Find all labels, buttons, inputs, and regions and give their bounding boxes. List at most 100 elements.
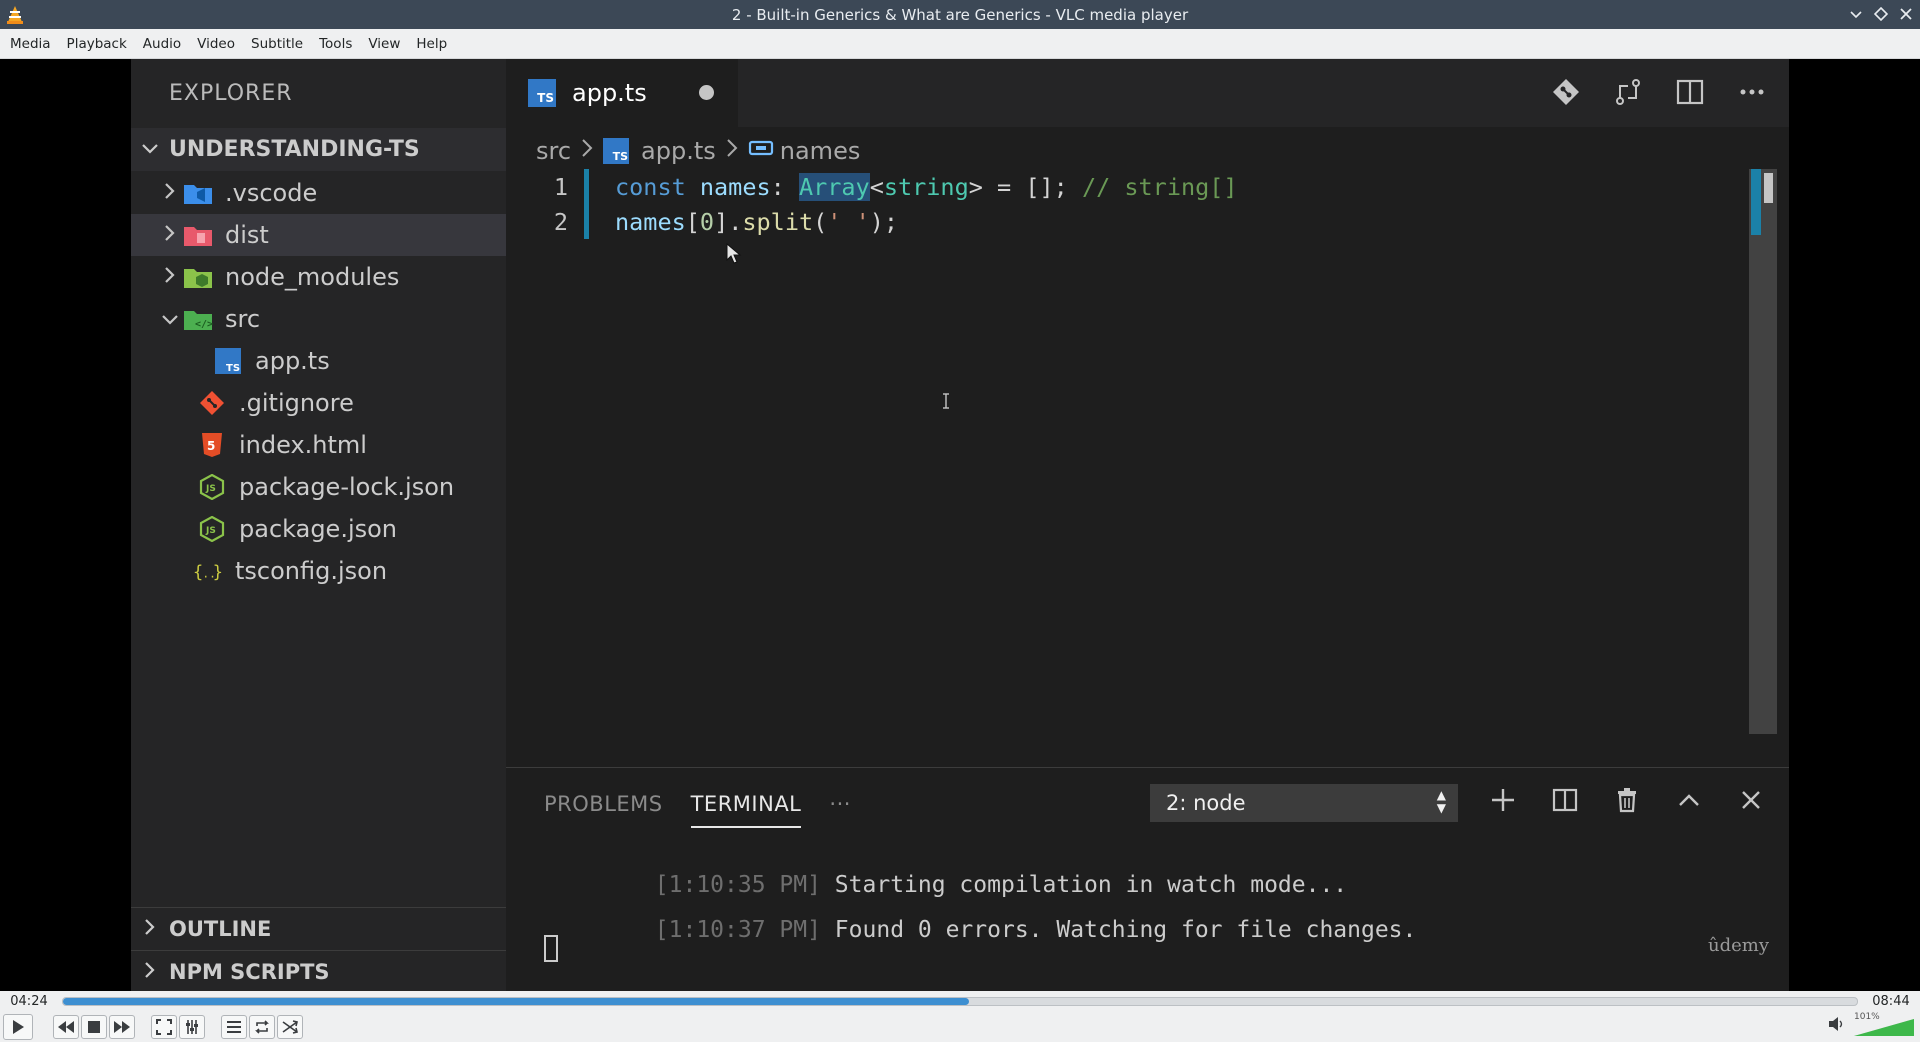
tab-terminal: TERMINAL [690,792,802,828]
split-terminal-icon [1548,783,1582,817]
token-punctuation: ; [1053,172,1082,201]
menu-video[interactable]: Video [189,36,243,52]
token-punctuation: . [728,207,743,236]
terminal-select: 2: node ▲ ▼ [1150,784,1458,822]
chevron-down-icon [131,139,169,160]
speaker-icon[interactable] [1828,1016,1846,1036]
more-actions-icon [1735,75,1769,109]
tree-item-package-json: JS package.json [131,508,506,550]
tree-item-label: package.json [239,515,398,543]
volume-slider[interactable]: 101% [1854,1012,1914,1037]
chevron-right-icon [157,181,183,205]
fullscreen-button[interactable] [151,1014,177,1039]
scrollbar-change-marker [1751,169,1761,235]
tree-item-label: src [225,305,261,333]
minimize-icon[interactable] [1847,5,1864,22]
editor-tab-bar: TS app.ts [506,59,1789,127]
html-file-icon: 5 [197,432,227,458]
token-punctuation: ); [869,207,899,236]
vlc-menu-bar: Media Playback Audio Video Subtitle Tool… [0,29,1920,59]
stop-button[interactable] [81,1014,107,1039]
menu-playback[interactable]: Playback [59,36,135,52]
vscode-folder-icon [183,180,213,206]
outline-label: OUTLINE [169,917,272,941]
svg-text:5: 5 [207,439,215,453]
modified-gutter-marker [584,169,589,204]
outline-section-header[interactable]: OUTLINE [131,907,506,950]
token-punctuation: ] [714,207,729,236]
breadcrumb-folder: src [536,137,572,165]
menu-media[interactable]: Media [2,36,59,52]
explorer-title: EXPLORER [169,81,293,106]
chevron-right-icon [726,138,738,164]
close-panel-icon [1734,783,1768,817]
close-icon[interactable] [1897,5,1914,22]
tree-item-label: node_modules [225,263,400,291]
seek-progress-fill [63,997,969,1005]
terminal-select-value: 2: node [1166,791,1246,815]
chevron-right-icon [157,223,183,247]
vlc-title-bar: 2 - Built-in Generics & What are Generic… [0,0,1920,29]
previous-button[interactable] [53,1014,79,1039]
tree-item-dist: dist [131,214,506,256]
tree-item-gitignore: .gitignore [131,382,506,424]
git-compare-icon [1549,75,1583,109]
modified-gutter-marker [584,204,589,239]
line-number: 2 [553,207,568,236]
svg-text:}: } [213,562,223,582]
json-file-icon: {..} [193,558,223,584]
tree-item-label: .gitignore [239,389,354,417]
loop-button[interactable] [249,1014,275,1039]
menu-tools[interactable]: Tools [311,36,360,52]
tree-item-label: dist [225,221,269,249]
new-terminal-icon [1486,783,1520,817]
trash-icon [1610,783,1644,817]
menu-subtitle[interactable]: Subtitle [243,36,311,52]
tree-item-label: tsconfig.json [235,557,388,585]
token-variable: names [615,207,686,236]
token-punctuation: [ [685,207,700,236]
next-button[interactable] [109,1014,135,1039]
terminal-text: Found 0 errors. Watching for file change… [820,917,1417,943]
video-surface[interactable]: EXPLORER UNDERSTANDING-TS .vscode dist n… [0,59,1920,991]
open-changes-icon [1611,75,1645,109]
breadcrumb-symbol: names [779,137,861,165]
volume-control: 101% [1828,1012,1914,1037]
shuffle-button[interactable] [277,1014,303,1039]
chevron-right-icon [131,961,169,984]
tab-label: app.ts [572,79,647,107]
src-folder-icon: </> [183,306,213,332]
play-button[interactable] [3,1013,33,1040]
breadcrumb-file: app.ts [641,137,716,165]
chevron-down-icon [157,307,183,331]
playlist-button[interactable] [221,1014,247,1039]
vlc-cone-icon[interactable] [7,5,23,24]
tree-item-label: .vscode [225,179,318,207]
playback-controls: 101% [0,1011,1920,1042]
menu-help[interactable]: Help [408,36,455,52]
window-title: 2 - Built-in Generics & What are Generic… [731,5,1189,24]
token-variable: names [699,172,771,201]
menu-audio[interactable]: Audio [135,36,189,52]
line-number: 1 [553,172,568,201]
extended-settings-button[interactable] [179,1014,205,1039]
seek-slider[interactable] [62,996,1858,1006]
code-area[interactable]: 1 const names: Array < string > = []; // st… [506,169,1756,239]
menu-view[interactable]: View [360,36,408,52]
node-folder-icon [183,264,213,290]
dist-folder-icon [183,222,213,248]
mouse-pointer-icon [726,242,742,269]
maximize-icon[interactable] [1872,5,1889,22]
maximize-panel-icon [1672,783,1706,817]
token-punctuation: < [869,172,884,201]
node-json-icon: JS [197,516,227,542]
npm-scripts-label: NPM SCRIPTS [169,960,330,984]
project-name: UNDERSTANDING-TS [169,137,420,162]
token-comment: // string[] [1081,172,1238,201]
token-operator: = [982,172,1026,201]
token-type-selected: Array [798,172,870,201]
project-section-header: UNDERSTANDING-TS [131,128,506,171]
panel-more-icon: ··· [829,792,851,816]
token-array: [] [1025,172,1054,201]
npm-scripts-section-header[interactable]: NPM SCRIPTS [131,950,506,991]
